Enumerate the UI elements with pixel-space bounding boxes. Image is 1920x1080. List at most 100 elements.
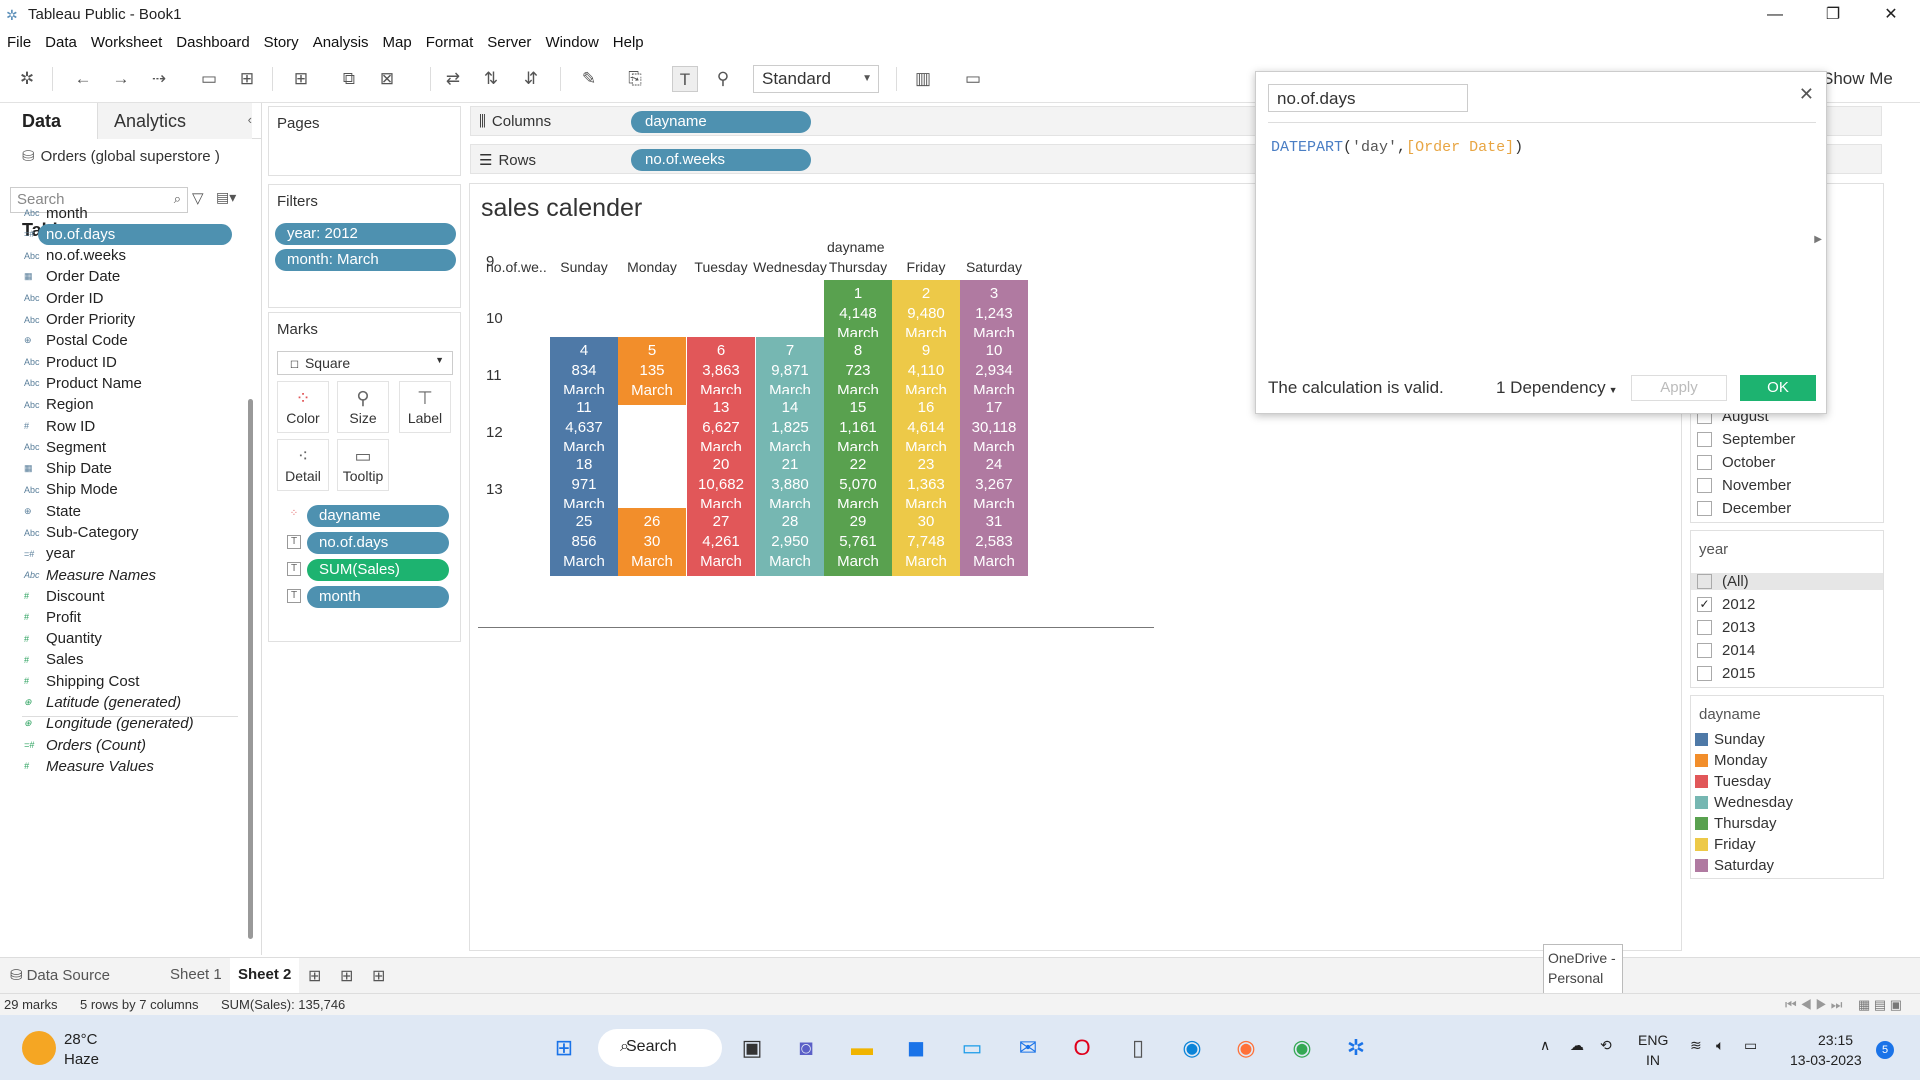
collapse-pane-icon[interactable]: ‹ — [248, 112, 252, 127]
undo-icon[interactable]: ← — [70, 66, 96, 92]
onedrive-icon[interactable]: ☁ — [1570, 1037, 1584, 1054]
swap-rows-columns-icon[interactable]: ⇄ — [440, 66, 466, 92]
firefox-icon[interactable]: ◉ — [1230, 1032, 1262, 1064]
calculation-formula-editor[interactable]: DATEPART('day',[Order Date]) — [1271, 139, 1523, 156]
menu-dashboard[interactable]: Dashboard — [169, 34, 256, 51]
new-story-icon[interactable]: ⊞ — [372, 966, 385, 986]
tooltip-button[interactable]: ▭ Tooltip — [337, 439, 389, 491]
windows-start-icon[interactable]: ⊞ — [548, 1032, 580, 1064]
year-filter-item[interactable]: 2013 — [1697, 619, 1755, 636]
checkbox[interactable]: ✓ — [1697, 597, 1712, 612]
row-header[interactable]: 12 — [486, 424, 503, 441]
group-members-icon[interactable]: ⎘ — [622, 66, 648, 92]
language-eng[interactable]: ENG — [1638, 1032, 1668, 1048]
checkbox[interactable] — [1697, 643, 1712, 658]
sync-icon[interactable]: ⟲ — [1600, 1037, 1612, 1054]
scrollbar[interactable] — [248, 399, 253, 939]
duplicate-sheet-icon[interactable]: ⧉ — [336, 66, 362, 92]
calendar-cell[interactable]: 30 7,748 March — [892, 508, 960, 576]
clock-date[interactable]: 13-03-2023 — [1790, 1052, 1862, 1068]
language-in[interactable]: IN — [1646, 1052, 1660, 1068]
legend-item[interactable]: Wednesday — [1695, 794, 1793, 811]
checkbox[interactable] — [1697, 455, 1712, 470]
mark-pill-no-of-days[interactable]: no.of.days — [307, 532, 449, 554]
mark-pill-dayname[interactable]: dayname — [307, 505, 449, 527]
wifi-icon[interactable]: ≋ — [1690, 1037, 1702, 1054]
tableau-home-icon[interactable]: ✲ — [14, 66, 40, 92]
ok-button[interactable]: OK — [1740, 375, 1816, 401]
calendar-cell[interactable]: 27 4,261 March — [687, 508, 755, 576]
restore-button[interactable]: ❐ — [1804, 0, 1862, 29]
filter-pill-year[interactable]: year: 2012 — [275, 223, 456, 245]
file-explorer-icon[interactable]: ▬ — [846, 1032, 878, 1064]
checkbox[interactable] — [1697, 432, 1712, 447]
minimize-button[interactable]: — — [1746, 0, 1804, 29]
redo-icon[interactable]: → — [108, 66, 134, 92]
row-header[interactable]: 10 — [486, 310, 503, 327]
remote-desktop-icon[interactable]: ▭ — [956, 1032, 988, 1064]
menu-help[interactable]: Help — [606, 34, 651, 51]
tab-sheet-2[interactable]: Sheet 2 — [230, 958, 300, 994]
menu-worksheet[interactable]: Worksheet — [84, 34, 169, 51]
volume-icon[interactable]: 🔈︎ — [1716, 1037, 1724, 1054]
month-filter-item[interactable]: October — [1697, 454, 1775, 471]
sheet-title[interactable]: sales calender — [481, 194, 642, 223]
tab-analytics[interactable]: Analytics — [97, 103, 252, 139]
weather-icon[interactable] — [22, 1031, 56, 1065]
menu-file[interactable]: File — [0, 34, 38, 51]
menu-format[interactable]: Format — [419, 34, 481, 51]
edge-icon[interactable]: ◉ — [1176, 1032, 1208, 1064]
clock-time[interactable]: 23:15 — [1818, 1032, 1853, 1048]
save-icon[interactable]: ▭ — [196, 66, 222, 92]
dependency-dropdown[interactable]: 1 Dependency ▼ — [1496, 378, 1618, 398]
filter-pill-month[interactable]: month: March — [275, 249, 456, 271]
sheet-nav-arrows-icon[interactable]: ⏮ ◀ ▶ ⏭ — [1785, 997, 1842, 1013]
legend-item[interactable]: Saturday — [1695, 857, 1774, 874]
row-header[interactable]: 13 — [486, 481, 503, 498]
show-mark-labels-icon[interactable]: T — [672, 66, 698, 92]
detail-button[interactable]: ⁖ Detail — [277, 439, 329, 491]
chrome-icon[interactable]: ◉ — [1286, 1032, 1318, 1064]
month-filter-item[interactable]: November — [1697, 477, 1791, 494]
file-icon[interactable]: ▯ — [1122, 1032, 1154, 1064]
legend-item[interactable]: Tuesday — [1695, 773, 1771, 790]
calendar-cell[interactable]: 5 135 March — [618, 337, 686, 405]
opera-icon[interactable]: O — [1066, 1032, 1098, 1064]
show-me-button[interactable]: Show Me — [1822, 69, 1893, 89]
store-icon[interactable]: ◼ — [900, 1032, 932, 1064]
view-toggle-icon[interactable]: ▦ ▤ ▣ — [1858, 997, 1902, 1013]
row-header[interactable]: 9 — [486, 253, 494, 270]
calendar-cell[interactable]: 29 5,761 March — [824, 508, 892, 576]
new-dashboard-icon[interactable]: ⊞ — [340, 966, 353, 986]
legend-item[interactable]: Sunday — [1695, 731, 1765, 748]
task-view-icon[interactable]: ▣ — [736, 1032, 768, 1064]
calendar-cell[interactable]: 28 2,950 March — [756, 508, 824, 576]
notification-badge[interactable]: 5 — [1876, 1041, 1894, 1059]
new-worksheet-icon[interactable]: ⊞ — [288, 66, 314, 92]
filters-shelf[interactable]: Filters year: 2012 month: March — [268, 184, 461, 308]
datasource-label[interactable]: ⛁ Orders (global superstore ) — [22, 147, 220, 165]
columns-pill-dayname[interactable]: dayname — [631, 111, 811, 133]
column-header[interactable]: Saturday — [952, 259, 1036, 275]
checkbox[interactable] — [1697, 620, 1712, 635]
presentation-mode-icon[interactable]: ▭ — [960, 66, 986, 92]
show-cards-icon[interactable]: ▥ — [910, 66, 936, 92]
menu-analysis[interactable]: Analysis — [306, 34, 376, 51]
battery-icon[interactable]: ▭ — [1744, 1037, 1757, 1054]
size-button[interactable]: ⚲ Size — [337, 381, 389, 433]
highlight-icon[interactable]: ✎ — [576, 66, 602, 92]
tab-sheet-1[interactable]: Sheet 1 — [170, 966, 222, 983]
calculation-name-input[interactable]: no.of.days — [1268, 84, 1468, 112]
pages-shelf[interactable]: Pages — [268, 106, 461, 176]
tab-data[interactable]: Data — [0, 103, 97, 139]
checkbox[interactable] — [1697, 478, 1712, 493]
year-filter-item[interactable]: 2015 — [1697, 665, 1755, 682]
tab-data-source[interactable]: ⛁ Data Source — [10, 966, 110, 984]
close-icon[interactable]: ✕ — [1799, 84, 1814, 105]
year-filter-item[interactable]: 2014 — [1697, 642, 1755, 659]
mark-type-select[interactable]: ☐ Square ▼ — [277, 351, 453, 375]
month-filter-item[interactable]: September — [1697, 431, 1795, 448]
sort-descending-icon[interactable]: ⇵ — [518, 66, 544, 92]
checkbox[interactable] — [1697, 666, 1712, 681]
checkbox[interactable] — [1697, 574, 1712, 589]
